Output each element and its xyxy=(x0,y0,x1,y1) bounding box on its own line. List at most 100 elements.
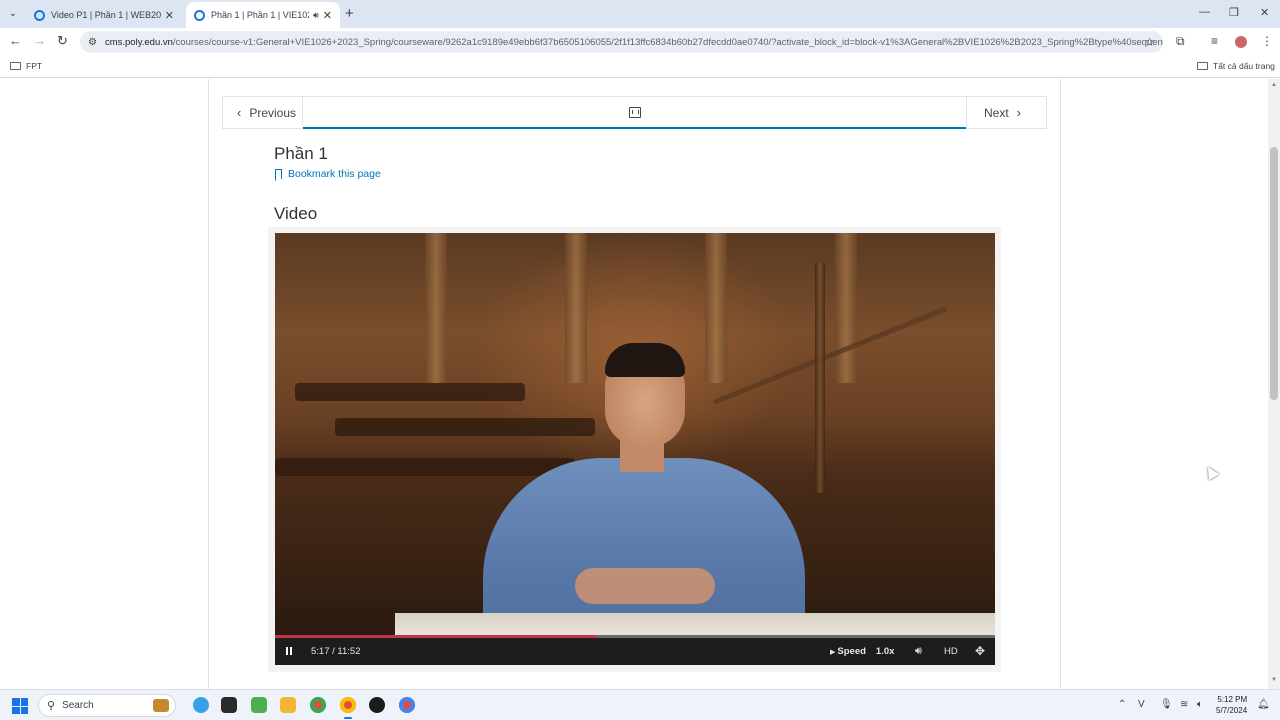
hd-button[interactable]: HD xyxy=(944,646,958,657)
clock-date: 5/7/2024 xyxy=(1216,706,1248,715)
extensions-icon[interactable]: ⧉ xyxy=(1176,34,1185,49)
next-button[interactable]: Next › xyxy=(966,96,1047,129)
media-controls-icon[interactable]: ≡ xyxy=(1211,34,1218,48)
video-scene-column xyxy=(705,233,727,383)
close-window-icon[interactable]: ✕ xyxy=(1260,6,1269,19)
bookmark-folder-label: FPT xyxy=(26,61,43,71)
unit-title: Phần 1 xyxy=(274,144,328,163)
profile-avatar-icon[interactable] xyxy=(1235,36,1247,48)
bookmark-folder-fpt[interactable]: FPT xyxy=(10,61,42,71)
fullscreen-icon[interactable]: ✥ xyxy=(975,644,985,658)
bookmarks-bar: FPT Tất cả dấu trang xyxy=(0,56,1280,78)
previous-button[interactable]: ‹ Previous xyxy=(222,96,303,129)
restore-icon[interactable]: ❐ xyxy=(1229,6,1239,19)
more-menu-icon[interactable]: ⋮ xyxy=(1261,34,1273,48)
terminal-app-icon[interactable] xyxy=(221,697,237,713)
sequence-navigation: ‹ Previous Next › xyxy=(222,96,1047,129)
speed-button[interactable]: ▶ Speed 1.0x xyxy=(830,646,894,657)
url-path: /courses/course-v1:General+VIE1026+2023_… xyxy=(172,36,1163,48)
search-highlight-icon xyxy=(153,699,169,712)
close-tab-icon[interactable]: ✕ xyxy=(323,9,332,22)
folder-icon xyxy=(1197,62,1208,70)
speaker-icon[interactable]: 🔊︎ xyxy=(313,10,319,21)
video-scene-column xyxy=(835,233,857,383)
search-icon: ⚲ xyxy=(47,700,56,712)
tab-favicon-icon xyxy=(34,9,45,21)
tab-title: Phần 1 | Phần 1 | VIE1026 C xyxy=(211,10,309,20)
wifi-icon[interactable]: ≋ xyxy=(1180,699,1188,710)
microphone-icon[interactable]: 🎙︎ xyxy=(1160,699,1173,710)
next-label: Next xyxy=(983,105,1009,120)
all-bookmarks-folder[interactable]: Tất cả dấu trang xyxy=(1197,61,1275,71)
close-tab-icon[interactable]: ✕ xyxy=(165,9,174,22)
pause-icon[interactable] xyxy=(286,647,292,655)
video-scene-bench xyxy=(335,418,595,436)
video-heading: Video xyxy=(274,204,318,223)
url-host: cms.poly.edu.vn xyxy=(104,36,173,48)
clock-time: 5:12 PM xyxy=(1217,695,1248,704)
copilot-app-icon[interactable] xyxy=(193,697,209,713)
tab-search-chevron-icon[interactable]: ⌄ xyxy=(4,4,22,22)
file-explorer-icon[interactable] xyxy=(280,697,296,713)
page-scrollbar[interactable]: ▲ ▼ xyxy=(1268,79,1280,689)
windows-start-icon[interactable] xyxy=(12,698,28,714)
tab-title: Video P1 | Phần 1 | WEB2033 C xyxy=(51,10,161,20)
video-scene-scale xyxy=(713,306,947,405)
scroll-thumb[interactable] xyxy=(1270,147,1278,400)
chrome-profile-app-icon[interactable] xyxy=(340,697,356,719)
video-scene-scale-post xyxy=(815,263,825,493)
video-time: 5:17 / 11:52 xyxy=(311,646,361,657)
chevron-left-icon: ‹ xyxy=(236,105,242,120)
unit-tab-video[interactable] xyxy=(303,96,966,129)
browser-tab-phan-1[interactable]: Phần 1 | Phần 1 | VIE1026 C 🔊︎ ✕ xyxy=(186,2,340,28)
obs-app-icon[interactable] xyxy=(369,697,385,713)
taskbar-clock[interactable]: 5:12 PM 5/7/2024 xyxy=(1216,694,1247,716)
site-settings-icon[interactable]: ⚙︎ xyxy=(88,37,97,48)
all-bookmarks-label: Tất cả dấu trang xyxy=(1213,61,1275,71)
video-film-icon xyxy=(628,106,641,118)
previous-label: Previous xyxy=(249,105,297,120)
forward-arrow-icon[interactable]: → xyxy=(33,33,46,48)
speed-value: 1.0x xyxy=(875,646,895,657)
video-presenter-hair xyxy=(605,343,685,377)
notification-bell-icon[interactable]: 🔔︎ xyxy=(1257,699,1270,710)
tab-favicon-icon xyxy=(194,9,205,21)
browser-tab-video-p1[interactable]: Video P1 | Phần 1 | WEB2033 C ✕ xyxy=(26,2,182,28)
back-arrow-icon[interactable]: ← xyxy=(9,33,22,48)
tray-overflow-icon[interactable]: ⌃ xyxy=(1118,699,1126,710)
taskbar-search-box[interactable]: ⚲ Search xyxy=(38,694,176,717)
speed-play-icon: ▶ xyxy=(830,648,836,656)
folder-icon xyxy=(10,62,21,70)
taskbar-search-label: Search xyxy=(62,700,94,711)
address-bar[interactable]: ⚙︎ cms.poly.edu.vn/courses/course-v1:Gen… xyxy=(80,31,1163,53)
video-presenter-body xyxy=(483,458,805,635)
bookmark-icon xyxy=(275,169,282,179)
reload-icon[interactable]: ↻ xyxy=(57,33,68,49)
video-scene-bench xyxy=(275,458,575,476)
minimize-icon[interactable]: — xyxy=(1199,6,1210,18)
new-tab-plus-icon[interactable]: + xyxy=(345,5,354,22)
video-player[interactable] xyxy=(275,233,995,635)
chrome-alt-app-icon[interactable] xyxy=(399,697,415,713)
chrome-app-icon[interactable] xyxy=(310,697,326,713)
volume-tray-icon[interactable]: 🔈︎ xyxy=(1197,699,1203,710)
store-app-icon[interactable] xyxy=(251,697,267,713)
speed-label: Speed xyxy=(837,646,866,657)
chevron-right-icon: › xyxy=(1016,105,1022,120)
browser-toolbar: ← → ↻ ⚙︎ cms.poly.edu.vn/courses/course-… xyxy=(0,28,1280,56)
video-scene-desk xyxy=(395,613,995,635)
tab-strip: ⌄ Video P1 | Phần 1 | WEB2033 C ✕ Phần 1… xyxy=(0,0,1280,28)
video-presenter-hands xyxy=(575,568,715,604)
bookmark-star-icon[interactable]: ☆ xyxy=(1144,35,1155,49)
video-controls-bar: 5:17 / 11:52 ▶ Speed 1.0x 🔊︎ HD ✥ xyxy=(275,638,995,665)
bookmark-page-link[interactable]: Bookmark this page xyxy=(275,168,381,180)
bookmark-link-label: Bookmark this page xyxy=(288,168,381,180)
vpn-tray-icon[interactable]: V xyxy=(1138,699,1145,710)
scroll-down-icon[interactable]: ▼ xyxy=(1271,677,1277,683)
video-scene-column xyxy=(425,233,447,383)
video-scene-bench xyxy=(295,383,525,401)
scroll-up-icon[interactable]: ▲ xyxy=(1271,82,1277,88)
video-scene-column xyxy=(565,233,587,383)
windows-taskbar: ⚲ Search ⌃ V 🎙︎ ≋ 🔈︎ 5:12 PM 5/7/2024 🔔︎ xyxy=(0,689,1280,720)
volume-icon[interactable]: 🔊︎ xyxy=(915,645,922,658)
